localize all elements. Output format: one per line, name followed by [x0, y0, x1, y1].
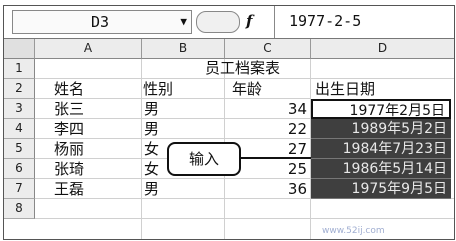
cell-name[interactable]: 张琦	[54, 159, 84, 179]
cell-birth-selected[interactable]: 1975年9月5日	[311, 179, 451, 199]
insert-function-icon[interactable]: f	[246, 11, 252, 31]
cell-gender[interactable]: 女	[144, 159, 159, 179]
cell-birth-selected[interactable]: 1986年5月14日	[311, 159, 451, 179]
cell-gender[interactable]: 男	[144, 99, 159, 119]
cell-birth-active[interactable]: 1977年2月5日	[311, 99, 451, 119]
column-header-c[interactable]: C	[225, 39, 311, 59]
name-box-value: D3	[91, 13, 110, 31]
chevron-down-icon[interactable]: ▼	[180, 11, 187, 33]
cell-header-age[interactable]: 年龄	[232, 79, 262, 99]
column-header-d[interactable]: D	[311, 39, 454, 59]
cell-gender[interactable]: 男	[144, 119, 159, 139]
cell-name[interactable]: 王磊	[54, 179, 84, 199]
row-header-2[interactable]: 2	[4, 79, 35, 99]
select-all-corner[interactable]	[4, 39, 35, 59]
callout-connector	[239, 157, 311, 159]
formula-divider	[274, 6, 275, 38]
cell-header-gender[interactable]: 性别	[143, 79, 173, 99]
formula-buttons: f	[196, 11, 270, 33]
formula-input[interactable]: 1977-2-5	[289, 10, 361, 32]
formula-bar: D3 ▼ f 1977-2-5	[4, 6, 454, 39]
row-header-3[interactable]: 3	[4, 99, 35, 119]
cell-name[interactable]: 张三	[54, 99, 84, 119]
row-header-4[interactable]: 4	[4, 119, 35, 139]
cell-age[interactable]: 36	[225, 179, 307, 199]
cell-gender[interactable]: 女	[144, 139, 159, 159]
watermark-url: www.52ij.com	[322, 226, 385, 236]
row-header-6[interactable]: 6	[4, 159, 35, 179]
gridline	[141, 59, 142, 239]
row-header-7[interactable]: 7	[4, 179, 35, 199]
row-header-5[interactable]: 5	[4, 139, 35, 159]
cell-gender[interactable]: 男	[144, 179, 159, 199]
cell-birth-selected[interactable]: 1989年5月2日	[311, 119, 451, 139]
cell-name[interactable]: 李四	[54, 119, 84, 139]
cell-header-birth[interactable]: 出生日期	[315, 79, 375, 99]
row-header-1[interactable]: 1	[4, 59, 35, 79]
cancel-enter-buttons[interactable]	[196, 11, 240, 33]
row-header-8[interactable]: 8	[4, 199, 35, 219]
cell-header-name[interactable]: 姓名	[54, 79, 84, 99]
name-box[interactable]: D3 ▼	[12, 10, 192, 34]
spreadsheet-window: D3 ▼ f 1977-2-5 A B C D 1 2 3 4 5 6 7 8 …	[3, 5, 455, 240]
gridline	[35, 218, 454, 219]
column-header-a[interactable]: A	[35, 39, 142, 59]
cell-age[interactable]: 34	[225, 99, 307, 119]
column-header-b[interactable]: B	[142, 39, 225, 59]
cell-name[interactable]: 杨丽	[54, 139, 84, 159]
cell-age[interactable]: 22	[225, 119, 307, 139]
cell-birth-selected[interactable]: 1984年7月23日	[311, 139, 451, 159]
sheet-title[interactable]: 员工档案表	[205, 58, 280, 78]
input-callout: 输入	[167, 142, 241, 176]
